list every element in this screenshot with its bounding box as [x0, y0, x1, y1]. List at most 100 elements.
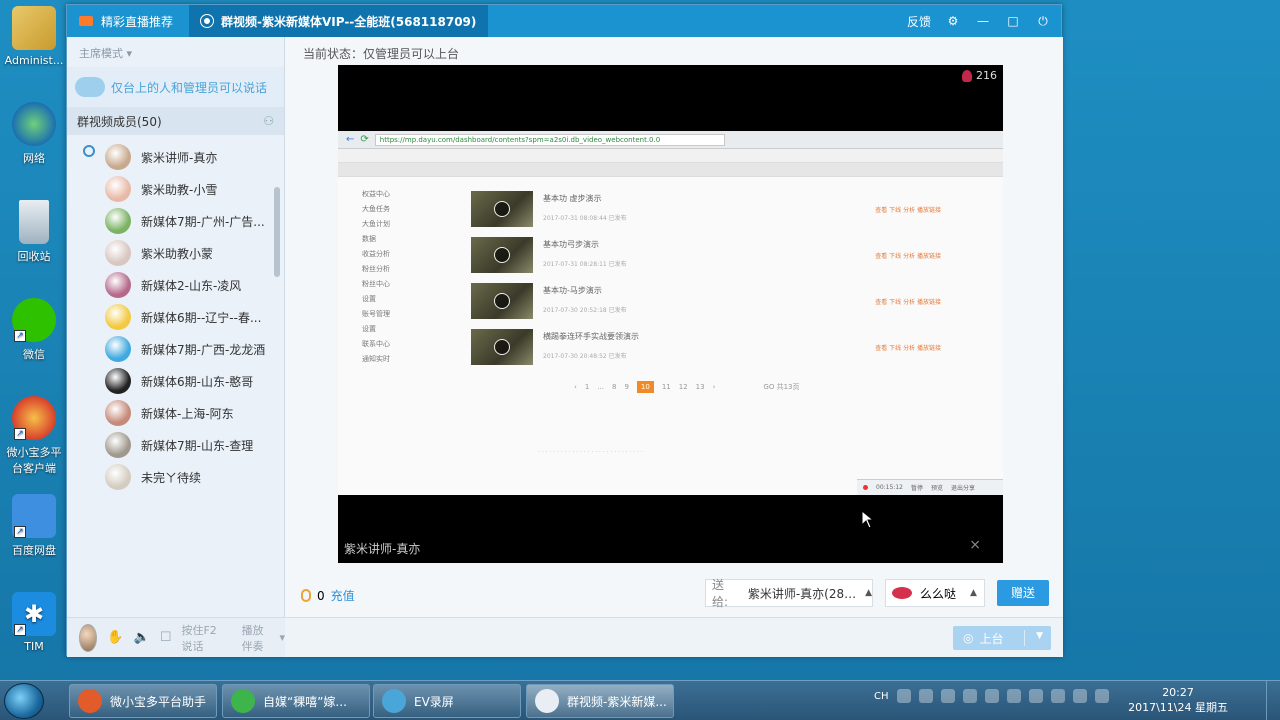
collapse-icon[interactable]: ⨯ — [969, 537, 981, 553]
microphone-icon[interactable] — [962, 689, 977, 703]
hand-raise-icon[interactable]: ✋ — [107, 630, 123, 645]
send-gift-button[interactable]: 赠送 — [997, 580, 1049, 606]
send-to-select[interactable]: 送给: 紫米讲师-真亦(2805... ▲ — [705, 578, 873, 609]
page-number: 13 — [695, 383, 705, 391]
maximize-button[interactable]: □ — [1005, 13, 1021, 29]
desktop-icon-tim[interactable]: ✱ ↗ TIM — [0, 592, 68, 653]
window-controls: 反馈 ⚙ — □ ⏻ — [907, 5, 1061, 37]
user-folder-icon — [12, 6, 56, 50]
page-number: 11 — [661, 383, 671, 391]
member-name: 未完ㄚ待续 — [141, 470, 202, 485]
member-item[interactable]: 新媒体7期-广州-广告... — [67, 205, 284, 237]
member-list-scrollbar[interactable] — [274, 187, 280, 277]
power-icon[interactable]: ⏻ — [1035, 13, 1051, 29]
shared-video-row: 基本功-马步演示 2017-07-30 20:52:18 已发布 查看 下线 分… — [471, 283, 971, 323]
tim-icon: ✱ ↗ — [12, 592, 56, 636]
viewer-count: 216 — [962, 69, 997, 82]
app-icon — [78, 689, 102, 713]
network-icon[interactable] — [1072, 689, 1087, 703]
stage-icon: ◎ — [963, 631, 974, 645]
desktop-icon-weixiaobao[interactable]: ↗ 微小宝多平台客户端 — [0, 396, 68, 476]
clock[interactable]: 20:27 2017\11\24 星期五 — [1128, 685, 1228, 715]
desktop-icon-wechat[interactable]: ↗ 微信 — [0, 298, 68, 362]
taskbar-item[interactable]: EV录屏 — [373, 684, 521, 718]
weixiaobao-icon: ↗ — [12, 396, 56, 440]
avatar — [105, 336, 131, 362]
go-on-stage-button[interactable]: ◎ 上台 ▼ — [953, 626, 1051, 650]
back-icon: ← — [346, 134, 355, 145]
video-thumbnail — [471, 329, 533, 365]
tray-app-icon[interactable] — [1050, 689, 1065, 703]
refresh-icon: ⟳ — [360, 134, 369, 145]
chevron-down-icon[interactable]: ▼ — [1036, 631, 1043, 641]
page-number: › — [712, 383, 716, 391]
footer-links: · · · · · · · · · · · · · · · · · · · · … — [538, 449, 643, 456]
keyboard-icon[interactable] — [918, 689, 933, 703]
tray-app-icon[interactable] — [1028, 689, 1043, 703]
video-meta: 2017-07-30 20:48:52 已发布 — [543, 353, 627, 360]
add-member-icon[interactable]: ⚇ — [263, 114, 274, 128]
feedback-link[interactable]: 反馈 — [907, 13, 931, 30]
dayu-side-menu: 权益中心 大鱼任务 大鱼计划 数据 收益分析 粉丝分析 粉丝中心 设置 账号管理 设置 联系中心 通知… — [362, 187, 442, 367]
browser-toolbar: ← ⟳ https://mp.dayu.com/dashboard/conten… — [338, 131, 1003, 149]
member-item[interactable]: 新媒体6期--辽宁--春... — [67, 301, 284, 333]
play-icon — [494, 247, 510, 263]
desktop-icon-recycle-bin[interactable]: 回收站 — [0, 200, 68, 264]
video-title: 基本功 虚步演示 — [543, 194, 602, 203]
shared-menu-item: 粉丝分析 — [362, 265, 390, 273]
member-item[interactable]: 新媒体2-山东-凌风 — [67, 269, 284, 301]
play-icon — [494, 339, 510, 355]
mode-selector[interactable]: 主席模式 ▾ — [67, 37, 284, 67]
video-player[interactable]: 216 ← ⟳ https://mp.dayu.com/dashboard/co… — [338, 65, 1003, 563]
my-avatar[interactable] — [79, 623, 98, 652]
member-item[interactable]: 新媒体-上海-阿东 — [67, 397, 284, 429]
main-area: 当前状态：仅管理员可以上台 216 ← ⟳ https://mp.dayu.co… — [285, 37, 1063, 657]
video-camera-icon — [79, 16, 93, 26]
recharge-link[interactable]: 充值 — [331, 587, 355, 604]
settings-icon[interactable]: ⚙ — [945, 13, 961, 29]
left-bottom-bar: ✋ 🔈 ☐ 按住F2说话 播放伴奏 ▾ — [67, 617, 285, 657]
member-item[interactable]: 新媒体6期-山东-憨哥 — [67, 365, 284, 397]
baidu-netdisk-icon: ↗ — [12, 494, 56, 538]
tab-group-video[interactable]: 群视频-紫米新媒体VIP--全能班(568118709) — [189, 5, 489, 37]
show-desktop-button[interactable] — [1266, 681, 1280, 720]
member-item[interactable]: 紫米助教小蒙 — [67, 237, 284, 269]
desktop-icon-baidu-netdisk[interactable]: ↗ 百度网盘 — [0, 494, 68, 558]
desktop-icon-administrator[interactable]: Administ... — [0, 6, 68, 67]
member-item[interactable]: 新媒体7期-山东-查理 — [67, 429, 284, 461]
bg-music-button[interactable]: 播放伴奏 — [242, 622, 270, 654]
member-item[interactable]: 紫米助教-小雪 — [67, 173, 284, 205]
taskbar-item[interactable]: 微小宝多平台助手 — [69, 684, 217, 718]
tab-live-recommend[interactable]: 精彩直播推荐 — [67, 5, 189, 37]
settings-icon[interactable] — [984, 689, 999, 703]
video-actions: 查看 下线 分析 播放链接 — [875, 253, 941, 260]
main-bottom-bar: ◎ 上台 ▼ — [285, 617, 1063, 657]
member-item[interactable]: 未完ㄚ待续 — [67, 461, 284, 493]
member-name: 新媒体7期-山东-查理 — [141, 438, 254, 453]
shared-menu-item: 通知实时 — [362, 355, 390, 363]
qq-icon — [201, 15, 213, 27]
help-icon[interactable] — [940, 689, 955, 703]
volume-icon[interactable] — [1094, 689, 1109, 703]
start-button[interactable] — [4, 683, 44, 719]
gift-select[interactable]: 么么哒 ▲ — [885, 579, 985, 607]
member-item[interactable]: 新媒体7期-广西-龙龙酒 — [67, 333, 284, 365]
desktop-icon-network[interactable]: 网络 — [0, 102, 68, 166]
member-name: 新媒体6期-山东-憨哥 — [141, 374, 254, 389]
language-indicator[interactable]: CH — [874, 691, 889, 702]
checkbox-icon[interactable]: ☐ — [160, 630, 172, 645]
page-goto: GO 共13页 — [763, 383, 800, 391]
speak-notice: 仅台上的人和管理员可以说话 — [67, 67, 284, 107]
video-title: 横踢拳连环手实战要领演示 — [543, 332, 639, 341]
taskbar-item[interactable]: 群视频-紫米新媒... — [526, 684, 674, 718]
input-method-icon[interactable] — [896, 689, 911, 703]
speaker-icon[interactable]: 🔈 — [134, 630, 150, 645]
page-number: 10 — [636, 381, 654, 393]
wechat-icon: ↗ — [12, 298, 56, 342]
tray-app-icon[interactable] — [1006, 689, 1021, 703]
taskbar: 微小宝多平台助手 自媒“稞嘻”嫁... EV录屏 群视频-紫米新媒... CH 20:… — [0, 680, 1280, 720]
member-item[interactable]: 紫米讲师-真亦 — [67, 141, 284, 173]
taskbar-item[interactable]: 自媒“稞嘻”嫁... — [222, 684, 370, 718]
minimize-button[interactable]: — — [975, 13, 991, 29]
video-meta: 2017-07-30 20:52:18 已发布 — [543, 307, 627, 314]
